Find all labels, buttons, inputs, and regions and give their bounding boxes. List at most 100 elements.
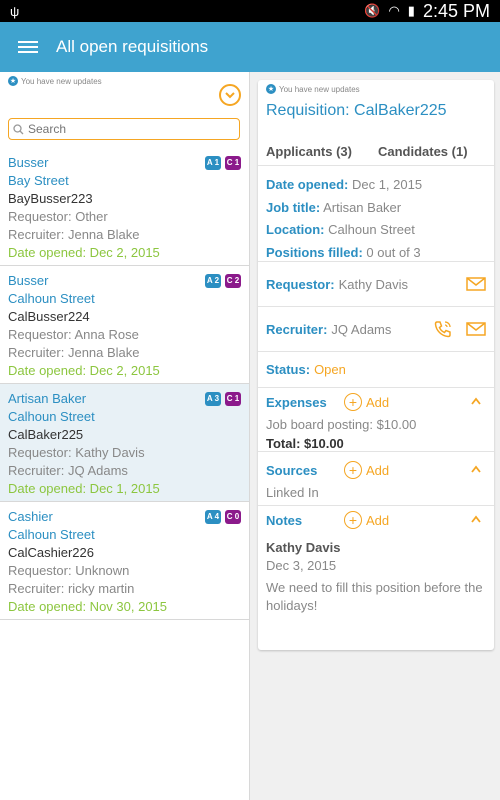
list-item[interactable]: Cashier Calhoun Street CalCashier226 Req… [0, 502, 249, 620]
note-author: Kathy Davis [266, 540, 341, 555]
star-icon: ★ [266, 84, 276, 94]
job-title-value: Artisan Baker [323, 199, 402, 215]
requisition-card: ★ You have new updates Requisition: CalB… [258, 80, 494, 650]
requisition-list-pane: ★ You have new updates Busser Bay Street… [0, 72, 250, 800]
req-code: CalBaker225 [8, 427, 84, 442]
req-requestor: Requestor: Kathy Davis [8, 445, 145, 460]
req-street: Calhoun Street [8, 409, 95, 424]
status-value: Open [314, 362, 346, 377]
phone-icon[interactable] [434, 320, 452, 338]
job-title-label: Job title: [266, 199, 321, 215]
req-date: Date opened: Nov 30, 2015 [8, 599, 168, 614]
req-date: Date opened: Dec 2, 2015 [8, 245, 160, 260]
mute-icon: 🔇 [364, 3, 381, 18]
chevron-up-icon[interactable] [470, 514, 482, 524]
plus-icon: + [344, 461, 362, 479]
req-recruiter: Recruiter: Jenna Blake [8, 345, 140, 360]
add-label: Add [366, 394, 390, 410]
mail-icon[interactable] [466, 277, 486, 291]
status-label: Status: [266, 362, 311, 377]
candidates-badge: C 1 [225, 156, 241, 170]
search-icon [13, 123, 24, 134]
add-source-button[interactable]: + Add [344, 461, 389, 479]
wifi-icon: ◠ [388, 3, 400, 18]
candidates-badge: C 0 [225, 510, 241, 524]
detail-pane: ★ You have new updates Requisition: CalB… [250, 72, 500, 800]
plus-icon: + [344, 511, 362, 529]
positions-value: 0 out of 3 [366, 244, 421, 260]
update-note-text: You have new updates [279, 84, 360, 94]
tab-bar: Applicants (3) Candidates (1) [258, 126, 494, 166]
notes-label: Notes [266, 512, 303, 528]
applicants-badge: A 3 [205, 392, 221, 406]
location-label: Location: [266, 222, 325, 237]
note-date: Dec 3, 2015 [266, 558, 337, 573]
tab-candidates[interactable]: Candidates (1) [378, 144, 468, 165]
req-code: BayBusser223 [8, 191, 93, 206]
req-requestor: Requestor: Unknown [8, 563, 130, 578]
status-row: Status: Open [258, 352, 494, 388]
add-label: Add [366, 462, 390, 478]
battery-icon: ▮ [407, 3, 415, 18]
chevron-down-icon [225, 92, 235, 99]
req-recruiter: Recruiter: JQ Adams [8, 463, 128, 478]
requestor-value: Kathy Davis [338, 276, 408, 292]
sources-section: Sources + Add Linked In [258, 456, 494, 506]
req-street: Calhoun Street [8, 291, 95, 306]
req-code: CalCashier226 [8, 545, 94, 560]
req-recruiter: Recruiter: Jenna Blake [8, 227, 140, 242]
recruiter-value: JQ Adams [331, 321, 392, 337]
status-bar: ψ 🔇 ◠ ▮ 2:45 PM [0, 0, 500, 22]
recruiter-label: Recruiter: [266, 321, 328, 337]
candidates-badge: C 1 [225, 392, 241, 406]
applicants-badge: A 2 [205, 274, 221, 288]
req-street: Bay Street [8, 173, 69, 188]
req-requestor: Requestor: Anna Rose [8, 327, 139, 342]
list-item[interactable]: Busser Calhoun Street CalBusser224 Reque… [0, 266, 249, 384]
chevron-up-icon[interactable] [470, 464, 482, 474]
details-block: Date opened: Dec 1, 2015 Job title: Arti… [258, 166, 494, 262]
add-note-button[interactable]: + Add [344, 511, 389, 529]
requestor-label: Requestor: [266, 276, 335, 292]
recruiter-row: Recruiter: JQ Adams [258, 307, 494, 352]
sources-label: Sources [266, 462, 318, 478]
clock: 2:45 PM [422, 0, 490, 21]
candidates-badge: C 2 [225, 274, 241, 288]
req-street: Calhoun Street [8, 527, 95, 542]
req-code: CalBusser224 [8, 309, 90, 324]
date-opened-value: Dec 1, 2015 [351, 177, 423, 192]
page-title: All open requisitions [56, 37, 209, 56]
applicants-badge: A 1 [205, 156, 221, 170]
expenses-section: Expenses + Add Job board posting: $10.00 … [258, 388, 494, 452]
menu-icon[interactable] [18, 41, 38, 53]
add-expense-button[interactable]: + Add [344, 393, 389, 411]
search-box[interactable] [8, 118, 240, 140]
applicants-badge: A 4 [205, 510, 221, 524]
star-icon: ★ [8, 76, 18, 86]
tab-applicants[interactable]: Applicants (3) [266, 144, 352, 165]
update-note-text: You have new updates [21, 76, 102, 86]
search-input[interactable] [28, 122, 228, 136]
notes-section: Notes + Add Kathy Davis Dec 3, 2015 We ne… [258, 506, 494, 617]
requestor-row: Requestor: Kathy Davis [258, 262, 494, 307]
expense-total: Total: $10.00 [266, 436, 344, 451]
note-text: We need to fill this position before the… [266, 580, 483, 613]
date-opened-label: Date opened: [266, 177, 349, 192]
requisition-list: Busser Bay Street BayBusser223 Requestor… [0, 148, 249, 620]
expense-item: Job board posting: $10.00 [266, 417, 417, 432]
req-date: Date opened: Dec 2, 2015 [8, 363, 160, 378]
req-recruiter: Recruiter: ricky martin [8, 581, 135, 596]
source-item: Linked In [266, 485, 319, 500]
update-notice: ★ You have new updates [258, 80, 494, 94]
req-date: Date opened: Dec 1, 2015 [8, 481, 160, 496]
location-value: Calhoun Street [328, 222, 415, 237]
app-bar: All open requisitions [0, 22, 500, 72]
list-item-selected[interactable]: Artisan Baker Calhoun Street CalBaker225… [0, 384, 249, 502]
mail-icon[interactable] [466, 322, 486, 336]
update-notice: ★ You have new updates [0, 72, 249, 86]
collapse-button[interactable] [219, 84, 241, 106]
list-item[interactable]: Busser Bay Street BayBusser223 Requestor… [0, 148, 249, 266]
expenses-label: Expenses [266, 394, 327, 410]
chevron-up-icon[interactable] [470, 396, 482, 406]
positions-label: Positions filled: [266, 244, 363, 260]
